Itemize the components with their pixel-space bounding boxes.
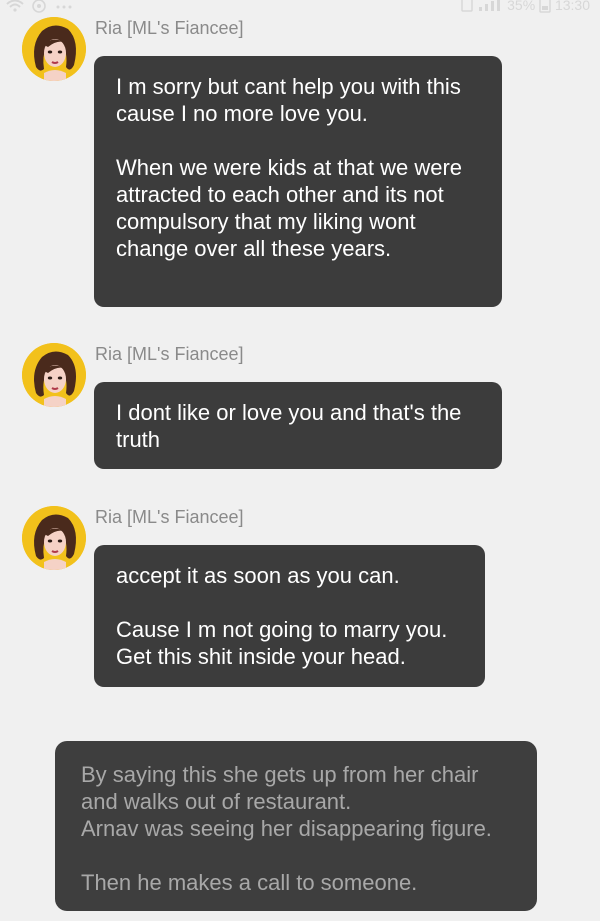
message-bubble: I m sorry but cant help you with this ca… [94, 56, 502, 307]
sim-icon [461, 0, 474, 15]
wifi-icon [6, 0, 24, 16]
avatar[interactable] [22, 17, 86, 81]
status-time: 13:30 [554, 0, 590, 14]
status-bar: 35% 13:30 [0, 0, 600, 18]
avatar[interactable] [22, 506, 86, 570]
mail-icon [30, 0, 48, 16]
narration-box: By saying this she gets up from her chai… [55, 741, 537, 911]
ellipsis-icon [54, 0, 74, 16]
battery-icon [539, 0, 551, 16]
battery-percent: 35% [507, 0, 536, 14]
sender-name: Ria [ML's Fiancee] [95, 344, 244, 364]
avatar[interactable] [22, 343, 86, 407]
signal-icon [477, 0, 503, 15]
message-bubble: accept it as soon as you can. Cause I m … [94, 545, 485, 687]
status-right: 35% 13:30 [461, 0, 590, 16]
sender-name: Ria [ML's Fiancee] [95, 18, 244, 38]
message-bubble: I dont like or love you and that's the t… [94, 382, 502, 469]
sender-name: Ria [ML's Fiancee] [95, 507, 244, 527]
status-left-icons [6, 0, 74, 16]
